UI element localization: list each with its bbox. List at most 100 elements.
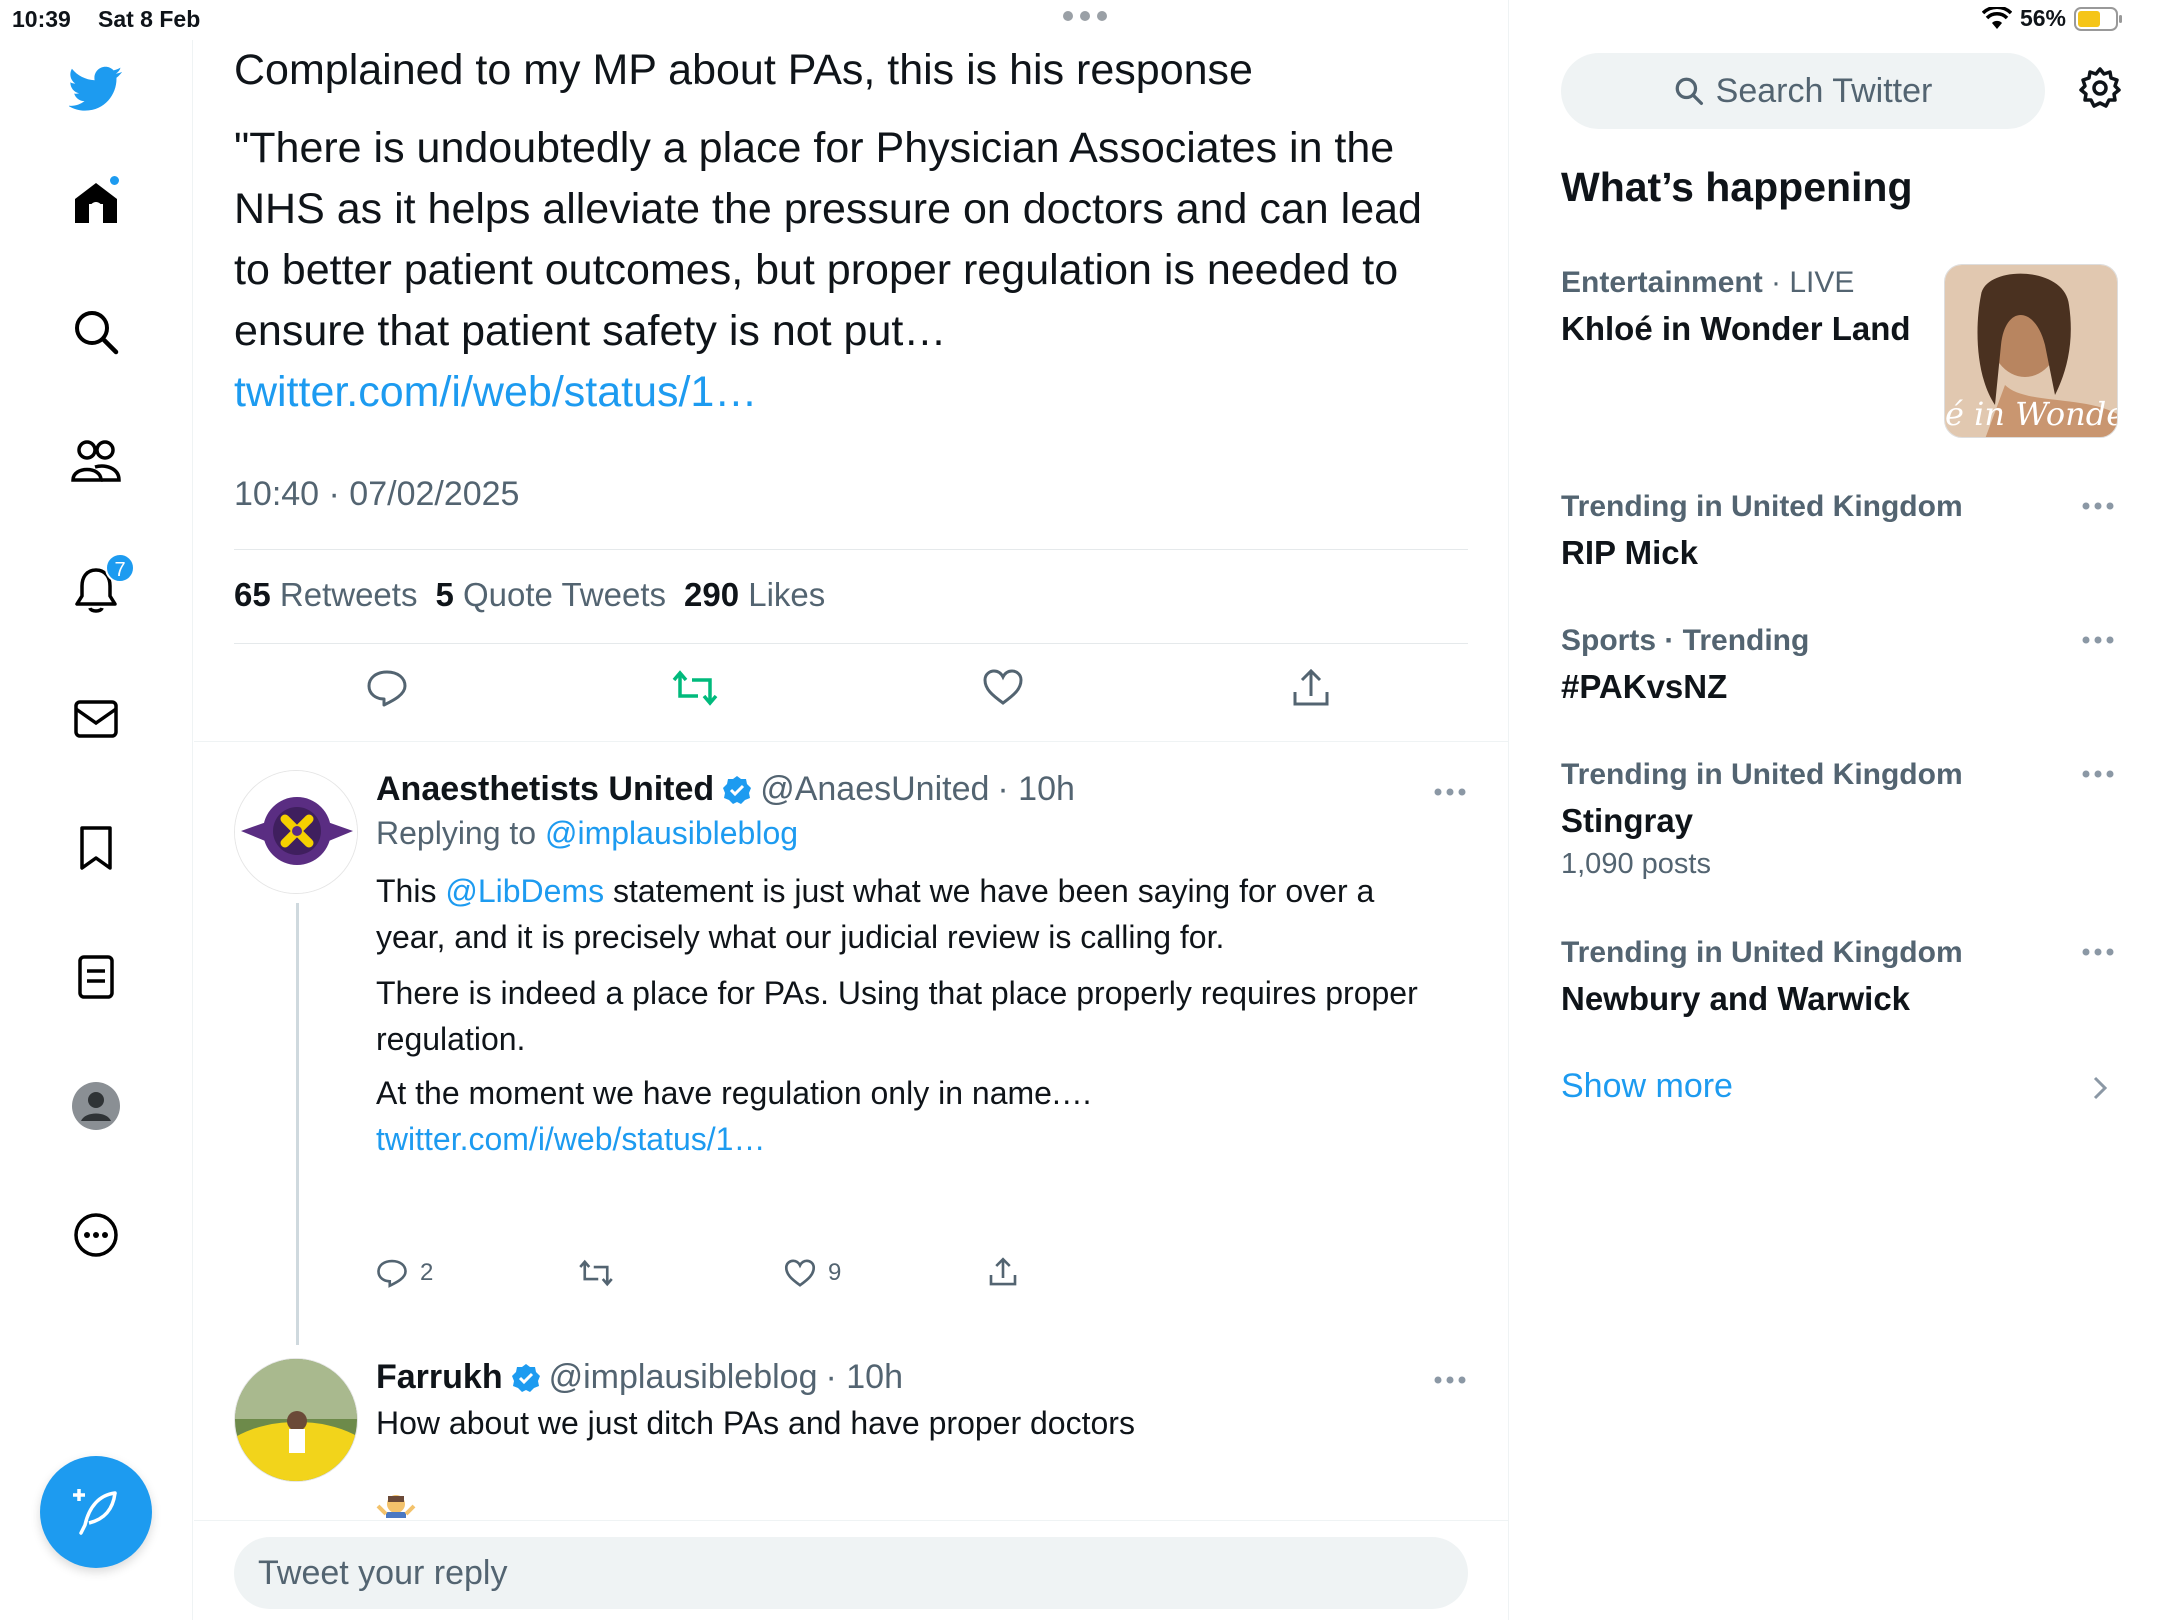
verified-badge-icon [511,1363,541,1393]
gear-icon [2078,66,2122,110]
mention-link[interactable]: @LibDems [445,873,604,909]
more-options-icon[interactable] [1434,788,1466,796]
tweet-stats: 65 Retweets 5 Quote Tweets 290 Likes [234,576,825,614]
column-divider [1508,0,1509,1620]
reply-icon [366,668,408,708]
reply-button[interactable] [366,668,408,718]
nav-communities[interactable] [65,430,127,492]
trend-category: Trending in United Kingdom [1561,936,1963,969]
reply-tweet[interactable]: Anaesthetists United @AnaesUnited · 10h … [234,770,1474,1310]
like-button[interactable] [982,668,1024,718]
like-count-button[interactable]: 9 [784,1258,841,1288]
author-name[interactable]: Farrukh [376,1358,503,1397]
verified-badge-icon [722,775,752,805]
trend-more-icon[interactable] [2082,636,2114,644]
author-handle[interactable]: @implausibleblog [549,1358,818,1397]
reply-link[interactable]: twitter.com/i/web/status/1… [376,1121,765,1157]
share-icon [1291,668,1331,708]
settings-button[interactable] [2078,66,2122,110]
reply-header: Anaesthetists United @AnaesUnited · 10h [376,770,1075,809]
like-count: 9 [828,1259,842,1286]
heart-icon [784,1258,816,1288]
trend-thumbnail[interactable]: é in Wonder L [1944,264,2118,438]
compose-tweet-button[interactable] [40,1456,152,1568]
retweet-icon [578,1258,614,1288]
trend-title: Stingray [1561,802,1694,839]
reply-text-paragraph-2: There is indeed a place for PAs. Using t… [376,975,1418,1057]
divider [234,643,1468,644]
battery-icon [2074,6,2124,32]
notifications-badge: 7 [105,553,135,583]
shrug-emoji-icon [376,1492,416,1518]
mail-icon [73,699,119,739]
nav-notifications[interactable]: 7 [65,553,135,621]
replying-to-handle[interactable]: @implausibleblog [545,815,798,851]
multitasking-dots-icon[interactable] [1062,10,1108,22]
avatar[interactable] [234,770,358,894]
avatar[interactable] [234,1358,358,1482]
search-placeholder: Search Twitter [1715,71,1933,110]
show-more-link[interactable]: Show more [1561,1067,1733,1106]
tweet-timestamp[interactable]: 10:40 · 07/02/2025 [234,475,519,514]
likes-stat[interactable]: 290 Likes [684,576,825,614]
battery-percent: 56% [2019,5,2066,31]
reply-icon [376,1258,408,1288]
retweet-icon [672,668,718,708]
tweet-text-headline: Complained to my MP about PAs, this is h… [234,46,1253,94]
retweets-stat[interactable]: 65 Retweets [234,576,417,614]
reply-time: · 10h [825,1358,903,1396]
trend-title: #PAKvsNZ [1561,668,1728,705]
nav-explore[interactable] [65,301,127,363]
nav-more[interactable] [65,1204,127,1266]
trend-category: Trending in United Kingdom [1561,490,1963,523]
reply-text-paragraph-3: At the moment we have regulation only in… [376,1075,1093,1157]
trend-title: RIP Mick [1561,534,1698,571]
reply-input[interactable]: Tweet your reply [234,1537,1468,1609]
status-bar: 10:39 Sat 8 Feb 56% [0,0,2160,40]
reply-text: This @LibDems statement is just what we … [376,873,1375,955]
quote-tweets-stat[interactable]: 5 Quote Tweets [435,576,666,614]
author-name[interactable]: Anaesthetists United [376,770,714,809]
reply-count: 2 [420,1259,434,1286]
twitter-logo-icon[interactable] [65,58,127,120]
tweet-text-body: "There is undoubtedly a place for Physic… [234,118,1464,423]
retweet-button[interactable] [578,1258,614,1288]
status-date: Sat 8 Feb [98,6,201,32]
wifi-icon [1981,6,2012,31]
search-input[interactable]: Search Twitter [1561,53,2045,129]
trend-item[interactable]: Trending in United Kingdom RIP Mick [1561,490,2121,572]
profile-avatar-icon [71,1081,121,1131]
nav-home[interactable] [65,172,127,234]
trend-post-count: 1,090 posts [1561,848,1711,880]
reply-header: Farrukh @implausibleblog · 10h [376,1358,903,1397]
share-button[interactable] [1291,668,1331,718]
nav-bookmarks[interactable] [65,817,127,879]
trend-item[interactable]: Trending in United Kingdom Newbury and W… [1561,936,2121,1018]
lists-icon [77,954,115,1000]
trend-more-icon[interactable] [2082,770,2114,778]
more-options-icon[interactable] [1434,1376,1466,1384]
nav-profile[interactable] [65,1075,127,1137]
reply-tweet[interactable]: Farrukh @implausibleblog · 10h How about… [234,1358,1474,1518]
more-circle-icon [73,1212,119,1258]
share-button[interactable] [988,1256,1018,1288]
trend-more-icon[interactable] [2082,502,2114,510]
divider [194,741,1508,742]
search-icon [1674,76,1704,106]
retweet-button[interactable] [672,668,718,718]
tweet-link[interactable]: twitter.com/i/web/status/1… [234,368,757,416]
trend-category: Trending in United Kingdom [1561,758,1963,791]
trend-category: Sports · Trending [1561,624,1810,657]
reply-composer: Tweet your reply [194,1520,1508,1620]
trend-more-icon[interactable] [2082,948,2114,956]
trend-item[interactable]: Sports · Trending #PAKvsNZ [1561,624,2121,706]
nav-messages[interactable] [65,688,127,750]
author-handle[interactable]: @AnaesUnited [760,770,989,809]
share-icon [988,1256,1018,1288]
bookmark-icon [78,825,114,871]
reply-count-button[interactable]: 2 [376,1258,433,1288]
trend-item[interactable]: Trending in United Kingdom Stingray 1,09… [1561,758,2121,881]
home-new-dot [108,174,121,187]
trend-title: Newbury and Warwick [1561,980,1911,1017]
nav-lists[interactable] [65,946,127,1008]
